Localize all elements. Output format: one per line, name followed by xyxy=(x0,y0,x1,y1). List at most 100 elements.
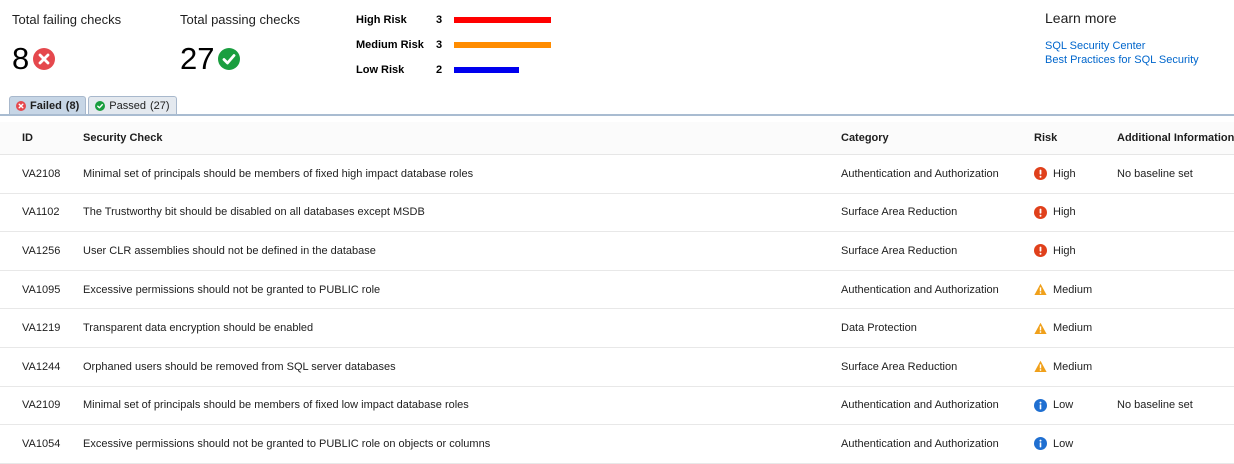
risk-row-low: Low Risk 2 xyxy=(356,62,551,78)
medium-risk-icon xyxy=(1034,283,1047,296)
failing-checks-value: 8 xyxy=(12,43,121,74)
security-check-text: The Trustworthy bit should be disabled o… xyxy=(83,206,425,219)
result-tabs: Failed (8) Passed (27) xyxy=(9,96,177,114)
tab-failed[interactable]: Failed (8) xyxy=(9,96,87,114)
check-id: VA1256 xyxy=(22,244,61,257)
column-header-risk[interactable]: Risk xyxy=(1034,122,1057,154)
table-header: ID Security Check Category Risk Addition… xyxy=(0,122,1234,155)
additional-information-text: No baseline set xyxy=(1117,399,1193,412)
category-text: Authentication and Authorization xyxy=(841,399,999,412)
table-row[interactable]: VA1102 The Trustworthy bit should be dis… xyxy=(0,194,1234,233)
check-id: VA2109 xyxy=(22,399,61,412)
column-header-additional-information[interactable]: Additional Information xyxy=(1117,122,1234,154)
column-header-id[interactable]: ID xyxy=(22,122,33,154)
security-check-text: Orphaned users should be removed from SQ… xyxy=(83,360,396,373)
table-row[interactable]: VA1219 Transparent data encryption shoul… xyxy=(0,309,1234,348)
security-check-text: Minimal set of principals should be memb… xyxy=(83,399,469,412)
table-body: VA2108 Minimal set of principals should … xyxy=(0,155,1234,464)
medium-risk-icon xyxy=(1034,360,1047,373)
risk-bar xyxy=(454,67,519,73)
risk-level-text: High xyxy=(1053,206,1076,219)
risk-count: 2 xyxy=(436,64,443,76)
risk-level: Medium xyxy=(1034,309,1092,347)
failing-checks-label: Total failing checks xyxy=(12,12,122,27)
column-header-category[interactable]: Category xyxy=(841,122,889,154)
category-text: Authentication and Authorization xyxy=(841,283,999,296)
security-check-text: Minimal set of principals should be memb… xyxy=(83,167,474,180)
results-table: ID Security Check Category Risk Addition… xyxy=(0,122,1234,464)
risk-label: Medium Risk xyxy=(356,39,424,51)
tab-divider xyxy=(0,114,1234,116)
best-practices-link[interactable]: Best Practices for SQL Security xyxy=(1045,53,1199,67)
risk-label: Low Risk xyxy=(356,64,405,76)
risk-level: Low xyxy=(1034,425,1073,463)
passed-icon xyxy=(218,47,241,70)
category-text: Authentication and Authorization xyxy=(841,167,999,180)
category-text: Surface Area Reduction xyxy=(841,244,958,257)
passing-checks-label: Total passing checks xyxy=(180,12,300,27)
risk-bar xyxy=(454,42,551,48)
risk-label: High Risk xyxy=(356,14,407,26)
medium-risk-icon xyxy=(1034,322,1047,335)
risk-level-text: Medium xyxy=(1053,322,1093,335)
table-row[interactable]: VA2109 Minimal set of principals should … xyxy=(0,387,1234,426)
risk-level: High xyxy=(1034,155,1076,193)
risk-level-text: High xyxy=(1053,244,1076,257)
failing-checks-stat: Total failing checks 8 xyxy=(12,12,121,74)
category-text: Surface Area Reduction xyxy=(841,206,958,219)
tab-passed-count: (27) xyxy=(149,99,170,112)
table-row[interactable]: VA1256 User CLR assemblies should not be… xyxy=(0,232,1234,271)
risk-level-text: High xyxy=(1053,167,1076,180)
risk-row-high: High Risk 3 xyxy=(356,12,551,28)
security-check-text: Transparent data encryption should be en… xyxy=(83,322,314,335)
risk-level-text: Medium xyxy=(1053,360,1093,373)
additional-information-text: No baseline set xyxy=(1117,167,1193,180)
check-id: VA2108 xyxy=(22,167,61,180)
category-text: Authentication and Authorization xyxy=(841,437,999,450)
risk-bar xyxy=(454,17,551,23)
column-header-security-check[interactable]: Security Check xyxy=(83,122,162,154)
risk-level-text: Low xyxy=(1053,437,1074,450)
low-risk-icon xyxy=(1034,398,1047,412)
check-id: VA1219 xyxy=(22,322,61,335)
check-id: VA1102 xyxy=(22,206,60,219)
high-risk-icon xyxy=(1034,167,1047,181)
passing-checks-value: 27 xyxy=(180,43,300,74)
tab-failed-label: Failed xyxy=(30,99,62,112)
learn-more-title: Learn more xyxy=(1045,10,1117,26)
risk-level-text: Low xyxy=(1053,399,1074,412)
passing-checks-stat: Total passing checks 27 xyxy=(180,12,300,74)
security-check-text: User CLR assemblies should not be define… xyxy=(83,244,376,257)
failing-checks-count: 8 xyxy=(12,41,30,76)
low-risk-icon xyxy=(1034,437,1047,451)
risk-level: Low xyxy=(1034,387,1073,425)
sql-security-center-link[interactable]: SQL Security Center xyxy=(1045,39,1199,53)
high-risk-icon xyxy=(1034,244,1047,258)
failed-icon xyxy=(16,100,26,111)
failed-icon xyxy=(33,47,56,70)
risk-level: High xyxy=(1034,232,1076,270)
check-id: VA1095 xyxy=(22,283,61,296)
category-text: Surface Area Reduction xyxy=(841,360,958,373)
category-text: Data Protection xyxy=(841,322,917,335)
risk-count: 3 xyxy=(436,14,443,26)
passing-checks-count: 27 xyxy=(180,41,215,76)
risk-row-medium: Medium Risk 3 xyxy=(356,37,551,53)
security-check-text: Excessive permissions should not be gran… xyxy=(83,437,491,450)
risk-level: Medium xyxy=(1034,271,1092,309)
summary-panel: Total failing checks 8 Total passing che… xyxy=(0,0,1234,96)
table-row[interactable]: VA1244 Orphaned users should be removed … xyxy=(0,348,1234,387)
risk-level-text: Medium xyxy=(1053,283,1093,296)
risk-level: High xyxy=(1034,194,1076,232)
table-row[interactable]: VA1054 Excessive permissions should not … xyxy=(0,425,1234,464)
risk-count: 3 xyxy=(436,39,443,51)
table-row[interactable]: VA1095 Excessive permissions should not … xyxy=(0,271,1234,310)
learn-more-panel: Learn more SQL Security Center Best Prac… xyxy=(1045,10,1199,67)
risk-summary: High Risk 3 Medium Risk 3 Low Risk 2 xyxy=(356,12,551,87)
check-id: VA1054 xyxy=(22,437,61,450)
passed-icon xyxy=(95,100,106,111)
table-row[interactable]: VA2108 Minimal set of principals should … xyxy=(0,155,1234,194)
tab-failed-count: (8) xyxy=(65,99,80,112)
tab-passed[interactable]: Passed (27) xyxy=(88,96,177,114)
tab-passed-label: Passed xyxy=(109,99,146,112)
